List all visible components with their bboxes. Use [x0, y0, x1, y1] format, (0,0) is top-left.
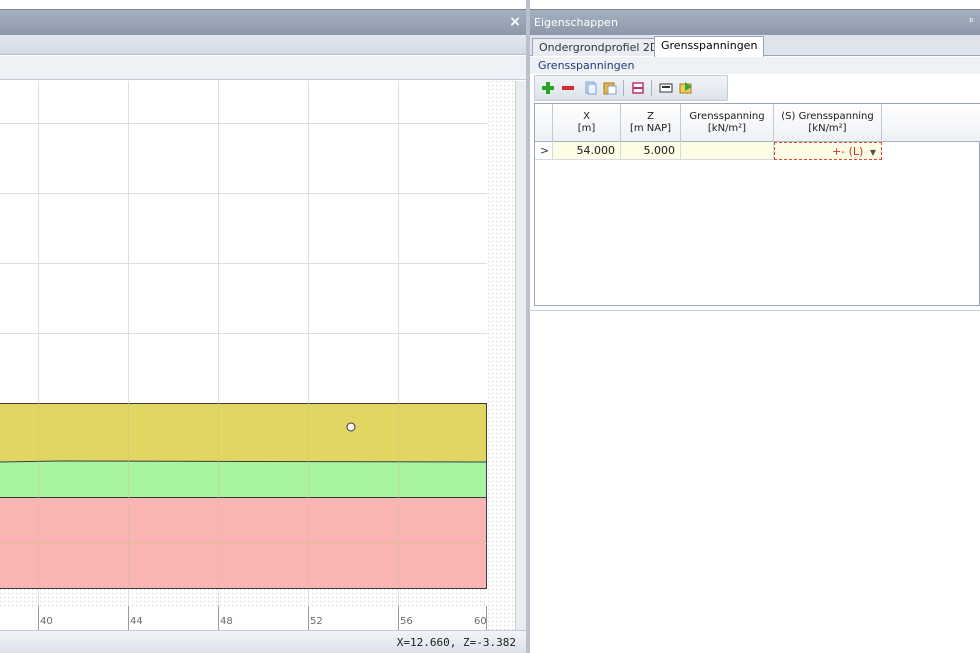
column-header-unit: [m] [577, 123, 596, 134]
dotted-margin-right [487, 81, 515, 630]
profile-view-ruler-strip [0, 56, 526, 80]
column-header-label: Z [647, 111, 654, 122]
toolbar-separator [651, 80, 652, 96]
layer-yellow[interactable] [0, 403, 487, 461]
toolbar-separator [623, 80, 624, 96]
properties-panel: Eigenschappen ᵖ Ondergrondprofiel 2D Gre… [530, 0, 980, 653]
cell-z[interactable]: 5.000 [621, 142, 681, 160]
add-icon[interactable] [539, 79, 557, 97]
grensspanningen-grid: X [m] Z [m NAP] Grensspanning [kN/m²] (S… [534, 103, 980, 306]
row-selector-header [535, 104, 553, 142]
top-strip [0, 0, 526, 9]
column-header-x[interactable]: X [m] [553, 104, 621, 142]
column-header-unit: [kN/m²] [808, 123, 847, 134]
properties-tabs: Ondergrondprofiel 2D Grensspanningen [530, 35, 980, 57]
export-icon[interactable] [657, 79, 675, 97]
x-tick-label: 56 [400, 616, 413, 627]
canvas-scroll-edge[interactable] [515, 81, 526, 630]
column-header-unit: [kN/m²] [707, 123, 747, 134]
close-icon[interactable]: × [508, 15, 522, 29]
x-tick-label: 40 [40, 616, 53, 627]
tab-ondergrondprofiel[interactable]: Ondergrondprofiel 2D [532, 38, 666, 56]
section-label: Grensspanningen [530, 57, 980, 74]
app-window: × 40 44 48 52 56 60 X=12.660, Z=-3.382 E… [0, 0, 980, 653]
row-indicator[interactable]: > [535, 142, 553, 160]
cell-x[interactable]: 54.000 [553, 142, 621, 160]
grensspanning-point-marker[interactable] [346, 422, 356, 432]
properties-title: Eigenschappen [534, 16, 618, 29]
chevron-down-icon[interactable]: ▼ [870, 148, 876, 157]
cell-grensspanning[interactable] [681, 142, 774, 160]
layer-green[interactable] [0, 461, 487, 497]
x-axis-tick-marks [38, 606, 487, 630]
status-bar: X=12.660, Z=-3.382 [0, 630, 526, 653]
properties-titlebar: Eigenschappen ᵖ [530, 9, 980, 35]
copy-icon[interactable] [581, 79, 599, 97]
column-header-grensspanning[interactable]: Grensspanning [kN/m²] [681, 104, 774, 142]
x-tick-label: 52 [310, 616, 323, 627]
table-row[interactable]: > 54.000 5.000 +- (L) ▼ [535, 142, 980, 160]
remove-icon[interactable] [559, 79, 577, 97]
column-header-s-grensspanning[interactable]: (S) Grensspanning [kN/m²] [774, 104, 882, 142]
paste-icon[interactable] [601, 79, 619, 97]
coordinate-readout: X=12.660, Z=-3.382 [396, 636, 516, 649]
x-tick-label: 48 [220, 616, 233, 627]
tab-grensspanningen[interactable]: Grensspanningen [654, 36, 765, 57]
grid-toolbar [534, 75, 728, 101]
cell-s-grensspanning-dropdown[interactable]: +- (L) ▼ [774, 142, 882, 160]
profile-view-titlebar: × [0, 9, 526, 35]
grid-header: X [m] Z [m NAP] Grensspanning [kN/m²] (S… [535, 104, 980, 142]
column-header-label: X [583, 111, 590, 122]
column-header-unit: [m NAP] [629, 123, 672, 134]
column-header-label: Grensspanning [689, 111, 765, 122]
profile-drawing[interactable]: 40 44 48 52 56 60 [0, 81, 515, 630]
x-tick-label: 44 [130, 616, 143, 627]
profile-canvas[interactable]: 40 44 48 52 56 60 [0, 81, 515, 630]
profile-view-toolbar-strip [0, 35, 526, 55]
x-axis-ticks: 40 44 48 52 56 60 [40, 616, 487, 627]
profile-view-panel: × 40 44 48 52 56 60 X=12.660, Z=-3.382 [0, 0, 526, 653]
print-icon[interactable] [629, 79, 647, 97]
column-header-label: (S) Grensspanning [781, 111, 874, 122]
properties-empty-area [530, 310, 980, 653]
column-header-z[interactable]: Z [m NAP] [621, 104, 681, 142]
layer-red[interactable] [0, 497, 487, 588]
pin-icon[interactable]: ᵖ [969, 15, 974, 28]
dotted-margin-bottom [0, 588, 515, 606]
top-strip [530, 0, 980, 9]
import-icon[interactable] [677, 79, 695, 97]
x-tick-label: 60 [474, 616, 487, 627]
dropdown-value: +- (L) [831, 145, 864, 158]
